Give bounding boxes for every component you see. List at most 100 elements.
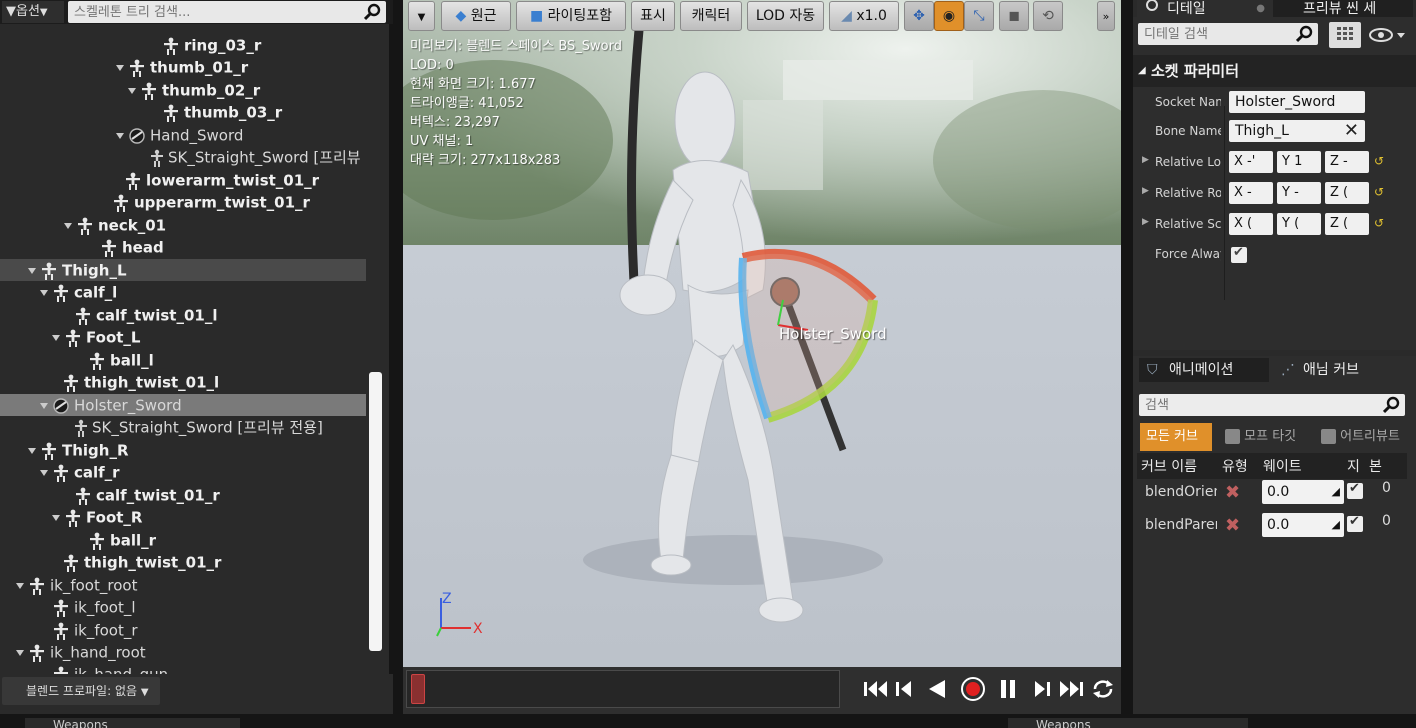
search-icon[interactable]: [1296, 25, 1314, 43]
tree-scrollbar[interactable]: [369, 372, 382, 651]
scale-mode-button[interactable]: ⤡: [964, 1, 994, 31]
rotation-x-field[interactable]: X -: [1229, 182, 1273, 204]
content-tab-weapons-2[interactable]: Weapons: [1008, 718, 1248, 728]
step-forward-icon[interactable]: [1031, 679, 1051, 699]
tree-row[interactable]: thigh_twist_01_l: [50, 371, 219, 393]
tree-row[interactable]: ball_l: [76, 349, 154, 371]
skip-to-start-icon[interactable]: [863, 679, 889, 699]
eye-icon[interactable]: [1369, 27, 1409, 43]
expand-arrow-icon[interactable]: [64, 222, 72, 229]
col-view[interactable]: 본: [1369, 455, 1382, 479]
tree-row[interactable]: thumb_01_r: [116, 56, 248, 78]
expand-arrow-icon[interactable]: [16, 649, 24, 656]
tree-row[interactable]: thumb_02_r: [128, 79, 260, 101]
weight-input[interactable]: 0.0 ◢: [1262, 513, 1344, 537]
reset-icon[interactable]: ↺: [1374, 216, 1384, 230]
tree-row[interactable]: Foot_L: [52, 326, 140, 348]
toolbar-overflow-button[interactable]: »: [1097, 1, 1115, 31]
content-tab-weapons[interactable]: Weapons: [25, 718, 240, 728]
tree-row[interactable]: ik_hand_root: [16, 641, 146, 663]
clear-icon[interactable]: ✕: [1344, 120, 1359, 142]
expand-arrow-icon[interactable]: [52, 514, 60, 521]
expand-arrow-icon[interactable]: [128, 87, 136, 94]
tree-row[interactable]: SK_Straight_Sword [프리뷰: [138, 146, 361, 168]
translate-mode-button[interactable]: ✥: [904, 1, 934, 31]
search-icon[interactable]: [1383, 396, 1401, 414]
expand-arrow-icon[interactable]: ▶: [1142, 217, 1149, 227]
viewport-options-button[interactable]: ▼: [408, 1, 435, 31]
scale-y-field[interactable]: Y (: [1277, 213, 1321, 235]
preview-viewport[interactable]: ▼ ◆ 원근 ■ 라이팅포함 표시 캐릭터 LOD 자동 ◢ x1.0 ✥ ◉ …: [403, 0, 1121, 667]
tree-row[interactable]: thigh_twist_01_r: [50, 551, 221, 573]
force-always-checkbox[interactable]: ✔: [1231, 245, 1247, 263]
all-curves-toggle[interactable]: 모든 커브: [1140, 423, 1212, 451]
expand-arrow-icon[interactable]: ▶: [1142, 155, 1149, 165]
skeleton-search-input[interactable]: [68, 1, 358, 23]
attribute-toggle[interactable]: 어트리뷰트: [1315, 423, 1416, 451]
tree-row[interactable]: Hand_Sword: [116, 124, 243, 146]
scrub-handle[interactable]: [411, 674, 425, 704]
lod-button[interactable]: LOD 자동: [747, 1, 824, 31]
scale-z-field[interactable]: Z (: [1325, 213, 1369, 235]
location-y-field[interactable]: Y 1: [1277, 151, 1321, 173]
playback-speed-button[interactable]: ◢ x1.0: [829, 1, 899, 31]
tree-row[interactable]: Thigh_R: [28, 439, 129, 461]
tree-row[interactable]: calf_r: [40, 461, 120, 483]
tab-anim-curves[interactable]: ⋰ 애님 커브: [1273, 358, 1413, 382]
weight-input[interactable]: 0.0 ◢: [1262, 480, 1344, 504]
tree-row[interactable]: head: [88, 236, 164, 258]
tree-row[interactable]: thumb_03_r: [150, 101, 282, 123]
details-search-input[interactable]: [1138, 23, 1288, 45]
expand-arrow-icon[interactable]: [52, 334, 60, 341]
expand-arrow-icon[interactable]: [116, 132, 124, 139]
socket-parameters-header[interactable]: ◢ 소켓 파라미터: [1133, 55, 1416, 87]
location-z-field[interactable]: Z -: [1325, 151, 1369, 173]
rotation-z-field[interactable]: Z (: [1325, 182, 1369, 204]
col-curve-name[interactable]: 커브 이름: [1141, 455, 1197, 479]
col-type[interactable]: 유형: [1222, 455, 1248, 479]
expand-arrow-icon[interactable]: [28, 447, 36, 454]
skeleton-search-box[interactable]: [68, 1, 386, 23]
expand-arrow-icon[interactable]: [28, 267, 36, 274]
reset-icon[interactable]: ↺: [1374, 185, 1384, 199]
search-icon[interactable]: [364, 3, 382, 21]
expand-arrow-icon[interactable]: [40, 289, 48, 296]
tree-row[interactable]: ik_foot_l: [40, 596, 136, 618]
character-button[interactable]: 캐릭터: [680, 1, 742, 31]
tree-row[interactable]: Thigh_L: [28, 259, 127, 281]
show-button[interactable]: 표시: [631, 1, 675, 31]
curve-search-box[interactable]: [1139, 394, 1405, 416]
col-edit[interactable]: 지: [1347, 455, 1360, 479]
reset-icon[interactable]: ↺: [1374, 154, 1384, 168]
expand-arrow-icon[interactable]: [116, 64, 124, 71]
tree-row[interactable]: calf_twist_01_r: [62, 484, 220, 506]
step-back-icon[interactable]: [895, 679, 915, 699]
expand-arrow-icon[interactable]: [40, 469, 48, 476]
morph-target-toggle[interactable]: 모프 타깃: [1219, 423, 1311, 451]
tree-row[interactable]: calf_twist_01_l: [62, 304, 217, 326]
bone-name-field[interactable]: Thigh_L ✕: [1229, 120, 1365, 142]
play-reverse-icon[interactable]: [927, 679, 947, 699]
tree-row[interactable]: upperarm_twist_01_r: [100, 191, 310, 213]
record-icon[interactable]: [960, 676, 986, 702]
tree-row[interactable]: ring_03_r: [150, 34, 261, 56]
property-matrix-button[interactable]: [1329, 22, 1361, 48]
tree-row[interactable]: ik_foot_r: [40, 619, 138, 641]
col-weight[interactable]: 웨이트: [1263, 455, 1302, 479]
curve-search-input[interactable]: [1139, 394, 1289, 416]
timeline-scrubber[interactable]: [406, 670, 840, 708]
blend-profile-dropdown[interactable]: 블렌드 프로파일: 없음 ▼: [2, 677, 160, 705]
rotate-mode-button[interactable]: ◉: [934, 1, 964, 31]
tab-animation[interactable]: ⛉ 애니메이션: [1139, 358, 1269, 382]
tree-row[interactable]: calf_l: [40, 281, 117, 303]
camera-speed-button[interactable]: ⟲: [1033, 1, 1063, 31]
location-x-field[interactable]: X -': [1229, 151, 1273, 173]
expand-arrow-icon[interactable]: [40, 402, 48, 409]
expand-arrow-icon[interactable]: ▶: [1142, 186, 1149, 196]
curve-edit-checkbox[interactable]: ✔: [1347, 514, 1363, 532]
tree-row[interactable]: ball_r: [76, 529, 156, 551]
skip-to-end-icon[interactable]: [1058, 679, 1084, 699]
options-dropdown[interactable]: ▼옵션▼: [2, 1, 64, 23]
socket-name-field[interactable]: Holster_Sword: [1229, 91, 1365, 113]
expand-arrow-icon[interactable]: [16, 582, 24, 589]
